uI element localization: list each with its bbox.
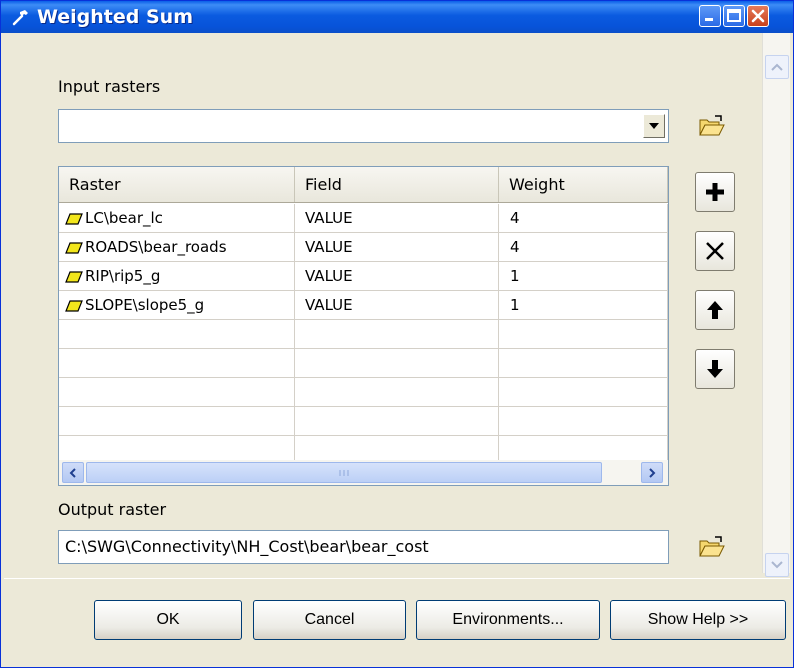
field-cell[interactable]: VALUE bbox=[295, 262, 499, 291]
move-down-button[interactable] bbox=[695, 349, 735, 389]
weight-cell[interactable] bbox=[499, 378, 668, 407]
table-row[interactable] bbox=[59, 320, 668, 349]
scroll-down-button[interactable] bbox=[765, 553, 789, 577]
input-rasters-dropdown[interactable] bbox=[58, 109, 669, 143]
scroll-thumb[interactable] bbox=[86, 462, 602, 483]
weight-cell[interactable] bbox=[499, 320, 668, 349]
input-rasters-label: Input rasters bbox=[58, 77, 161, 96]
table-row[interactable] bbox=[59, 378, 668, 407]
dropdown-button[interactable] bbox=[643, 114, 665, 138]
open-folder-icon bbox=[699, 536, 725, 557]
raster-weights-table[interactable]: Raster Field Weight LC\bear_lc VALUE 4 ROAD… bbox=[58, 166, 669, 486]
move-up-icon bbox=[707, 301, 723, 319]
field-cell[interactable] bbox=[295, 320, 499, 349]
cancel-button[interactable]: Cancel bbox=[253, 600, 406, 640]
chevron-down-icon bbox=[771, 561, 783, 569]
weight-cell[interactable]: 4 bbox=[499, 204, 668, 233]
raster-name: SLOPE\slope5_g bbox=[85, 296, 205, 314]
minimize-button[interactable] bbox=[699, 5, 721, 27]
move-down-icon bbox=[707, 360, 723, 378]
output-raster-input[interactable]: C:\SWG\Connectivity\NH_Cost\bear\bear_co… bbox=[58, 530, 669, 564]
horizontal-scrollbar[interactable] bbox=[59, 460, 668, 485]
grip-icon bbox=[339, 469, 349, 476]
raster-name: LC\bear_lc bbox=[85, 209, 163, 227]
raster-cell[interactable]: RIP\rip5_g bbox=[59, 262, 295, 291]
weight-cell[interactable]: 1 bbox=[499, 291, 668, 320]
move-up-button[interactable] bbox=[695, 290, 735, 330]
maximize-icon bbox=[727, 9, 741, 22]
raster-cell[interactable] bbox=[59, 378, 295, 407]
open-folder-icon bbox=[699, 115, 725, 136]
raster-cell[interactable]: ROADS\bear_roads bbox=[59, 233, 295, 262]
raster-cell[interactable] bbox=[59, 407, 295, 436]
close-icon bbox=[751, 9, 765, 23]
environments-button[interactable]: Environments... bbox=[416, 600, 600, 640]
show-help-button[interactable]: Show Help >> bbox=[610, 600, 786, 640]
add-icon bbox=[706, 183, 724, 201]
weight-cell[interactable]: 4 bbox=[499, 233, 668, 262]
output-browse-button[interactable] bbox=[695, 530, 729, 564]
weighted-sum-dialog: Weighted Sum Input rasters Raster Field … bbox=[0, 0, 794, 668]
raster-layer-icon bbox=[65, 270, 83, 283]
ok-button[interactable]: OK bbox=[94, 600, 242, 640]
raster-cell[interactable] bbox=[59, 320, 295, 349]
table-row[interactable]: RIP\rip5_g VALUE 1 bbox=[59, 262, 668, 291]
weight-cell[interactable]: 1 bbox=[499, 262, 668, 291]
table-row[interactable]: ROADS\bear_roads VALUE 4 bbox=[59, 233, 668, 262]
field-cell[interactable]: VALUE bbox=[295, 204, 499, 233]
chevron-left-icon bbox=[69, 467, 76, 478]
remove-icon bbox=[706, 242, 724, 260]
output-raster-label: Output raster bbox=[58, 500, 167, 519]
title-bar[interactable]: Weighted Sum bbox=[1, 1, 793, 33]
raster-layer-icon bbox=[65, 212, 83, 225]
field-cell[interactable] bbox=[295, 378, 499, 407]
field-cell[interactable] bbox=[295, 407, 499, 436]
remove-row-button[interactable] bbox=[695, 231, 735, 271]
weight-cell[interactable] bbox=[499, 407, 668, 436]
column-header-raster[interactable]: Raster bbox=[59, 167, 295, 202]
raster-name: ROADS\bear_roads bbox=[85, 238, 227, 256]
table-header: Raster Field Weight bbox=[59, 167, 668, 203]
chevron-right-icon bbox=[649, 467, 656, 478]
weight-cell[interactable] bbox=[499, 349, 668, 378]
scroll-up-button[interactable] bbox=[765, 55, 789, 79]
scroll-left-button[interactable] bbox=[62, 462, 84, 483]
chevron-up-icon bbox=[771, 63, 783, 71]
chevron-down-icon bbox=[649, 123, 659, 129]
raster-cell[interactable] bbox=[59, 349, 295, 378]
close-button[interactable] bbox=[747, 5, 769, 27]
table-row[interactable]: LC\bear_lc VALUE 4 bbox=[59, 204, 668, 233]
field-cell[interactable]: VALUE bbox=[295, 291, 499, 320]
window-title: Weighted Sum bbox=[37, 6, 193, 28]
input-browse-button[interactable] bbox=[695, 109, 729, 143]
table-row[interactable] bbox=[59, 349, 668, 378]
vertical-scrollbar[interactable] bbox=[762, 33, 790, 577]
add-row-button[interactable] bbox=[695, 172, 735, 212]
hammer-icon bbox=[12, 10, 28, 26]
column-header-weight[interactable]: Weight bbox=[499, 167, 668, 202]
column-header-field[interactable]: Field bbox=[295, 167, 499, 202]
scroll-right-button[interactable] bbox=[641, 462, 663, 483]
table-row[interactable] bbox=[59, 407, 668, 436]
minimize-icon bbox=[705, 18, 713, 21]
raster-layer-icon bbox=[65, 299, 83, 312]
field-cell[interactable] bbox=[295, 349, 499, 378]
raster-layer-icon bbox=[65, 241, 83, 254]
maximize-button[interactable] bbox=[723, 5, 745, 27]
raster-cell[interactable]: LC\bear_lc bbox=[59, 204, 295, 233]
field-cell[interactable]: VALUE bbox=[295, 233, 499, 262]
raster-name: RIP\rip5_g bbox=[85, 267, 161, 285]
table-row[interactable]: SLOPE\slope5_g VALUE 1 bbox=[59, 291, 668, 320]
raster-cell[interactable]: SLOPE\slope5_g bbox=[59, 291, 295, 320]
